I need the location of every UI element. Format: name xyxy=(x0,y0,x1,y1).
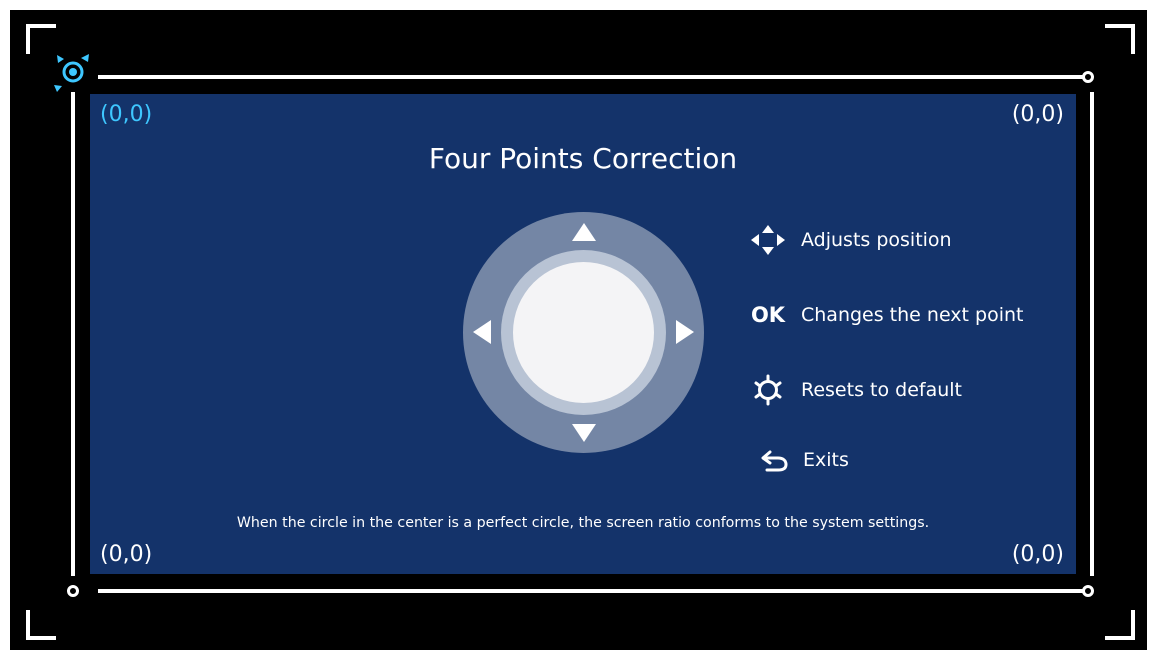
top-left-correction-point-selected[interactable] xyxy=(50,49,96,95)
bottom-left-crop-marker xyxy=(26,610,56,640)
selected-point-target-icon xyxy=(54,54,89,92)
screen-ratio-instruction: When the circle in the center is a perfe… xyxy=(236,515,930,531)
top-right-coordinate-readout: (0,0) xyxy=(1011,102,1064,127)
ok-key-icon: OK xyxy=(750,303,786,327)
help-item-exit: Exits xyxy=(759,443,849,477)
help-item-reset: Resets to default xyxy=(749,373,962,407)
projection-frame-right-edge xyxy=(1090,92,1094,576)
down-arrow-icon xyxy=(572,424,596,442)
direction-pad-illustration xyxy=(463,212,704,453)
four-points-correction-screen: (0,0) (0,0) (0,0) (0,0) Four Points Corr… xyxy=(10,10,1147,650)
left-arrow-icon xyxy=(473,320,491,344)
bottom-left-coordinate-readout: (0,0) xyxy=(100,542,153,567)
key-help-list: Adjusts position OK Changes the next poi… xyxy=(749,213,1069,483)
next-point-label: Changes the next point xyxy=(801,304,1024,326)
top-left-coordinate-readout: (0,0) xyxy=(100,102,153,127)
bottom-right-coordinate-readout: (0,0) xyxy=(1011,542,1064,567)
help-item-next-point: OK Changes the next point xyxy=(749,298,1024,332)
exit-label: Exits xyxy=(803,449,849,471)
direction-arrows-icon xyxy=(749,223,787,257)
projection-frame-left-edge xyxy=(71,92,75,576)
reset-icon xyxy=(749,373,787,407)
projection-frame-bottom-edge xyxy=(98,589,1090,593)
bottom-right-correction-point[interactable] xyxy=(1082,585,1094,597)
back-arrow-icon xyxy=(759,443,789,477)
up-arrow-icon xyxy=(572,223,596,241)
correction-instructions-panel: (0,0) (0,0) (0,0) (0,0) Four Points Corr… xyxy=(90,94,1076,574)
bottom-right-crop-marker xyxy=(1105,610,1135,640)
help-item-adjust-position: Adjusts position xyxy=(749,223,952,257)
top-right-crop-marker xyxy=(1105,24,1135,54)
top-right-correction-point[interactable] xyxy=(1082,71,1094,83)
page-title: Four Points Correction xyxy=(428,142,738,175)
adjust-position-label: Adjusts position xyxy=(801,229,952,251)
center-circle xyxy=(513,262,654,403)
projection-frame-top-edge xyxy=(98,75,1090,79)
right-arrow-icon xyxy=(676,320,694,344)
reset-label: Resets to default xyxy=(801,379,962,401)
bottom-left-correction-point[interactable] xyxy=(67,585,79,597)
